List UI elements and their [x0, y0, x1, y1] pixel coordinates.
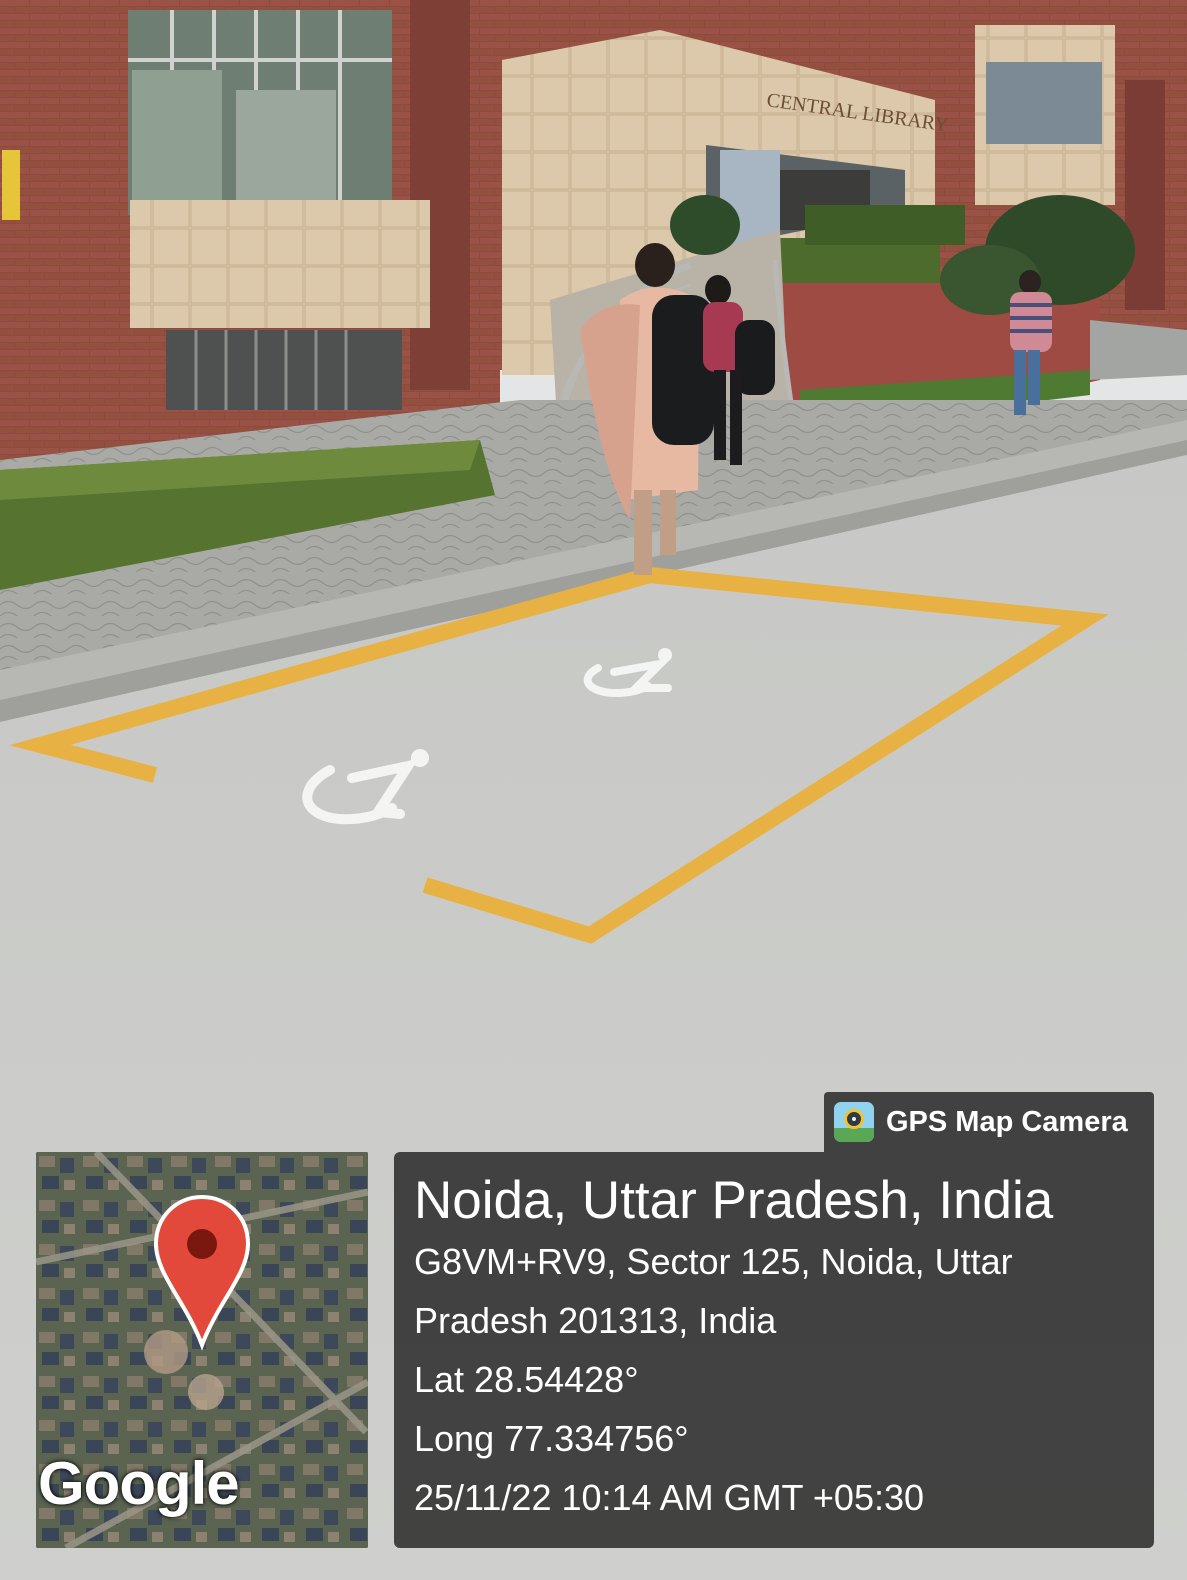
gps-map-camera-badge: GPS Map Camera: [824, 1092, 1154, 1152]
app-name: GPS Map Camera: [886, 1105, 1128, 1138]
google-attribution: Google: [38, 1450, 240, 1517]
latitude: Lat 28.54428°: [414, 1359, 639, 1400]
address-line-2: Pradesh 201313, India: [414, 1300, 777, 1341]
left-building: [0, 0, 500, 460]
map-thumbnail: Google: [36, 1152, 368, 1548]
timestamp: 25/11/22 10:14 AM GMT +05:30: [414, 1477, 925, 1518]
location-title: Noida, Uttar Pradesh, India: [414, 1171, 1054, 1230]
gps-map-camera-app-icon: [834, 1102, 874, 1142]
location-info-panel: Noida, Uttar Pradesh, India G8VM+RV9, Se…: [394, 1152, 1154, 1548]
longitude: Long 77.334756°: [414, 1418, 689, 1459]
address-line-1: G8VM+RV9, Sector 125, Noida, Uttar: [414, 1241, 1013, 1282]
